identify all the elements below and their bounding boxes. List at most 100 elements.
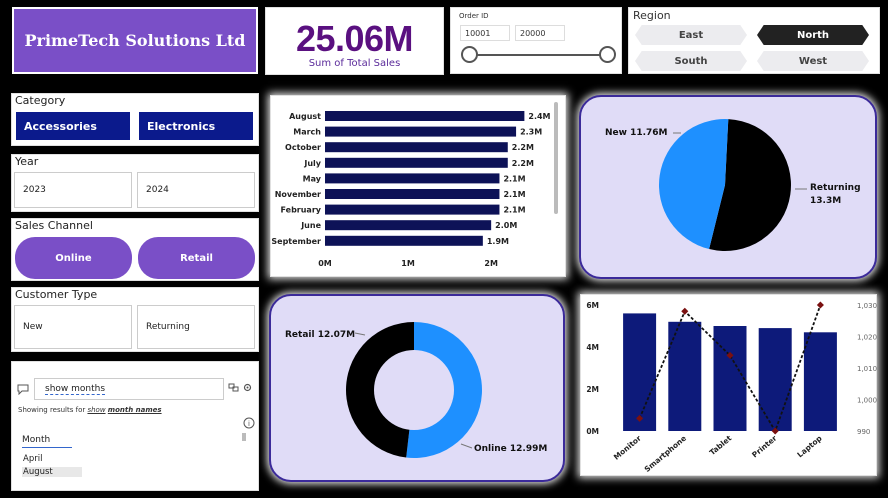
retail-data-label: Retail 12.07M	[285, 330, 355, 340]
combo-x-tick: Monitor	[612, 433, 643, 461]
bar-x-tick: 1M	[401, 259, 415, 268]
new-data-label: New 11.76M	[605, 128, 668, 138]
returning-data-label-value: 13.3M	[810, 196, 841, 206]
order-id-min-input[interactable]: 10001	[460, 25, 510, 41]
sales-channel-label: Sales Channel	[15, 219, 93, 232]
bar-data-label: 2.3M	[520, 128, 542, 137]
bar-data-label: 2.2M	[512, 143, 534, 152]
info-icon[interactable]: i	[243, 417, 255, 429]
qa-search-input[interactable]: show months	[34, 378, 224, 400]
customer-type-pie-chart: New 11.76M Returning 13.3M	[605, 119, 861, 251]
category-accessories-button[interactable]: Accessories	[14, 110, 132, 142]
combo-y-tick: 2M	[586, 385, 599, 394]
qa-note-prefix: Showing results for	[18, 406, 88, 414]
bar-x-tick: 0M	[318, 259, 332, 268]
bar-data-label: 2.1M	[503, 190, 525, 199]
region-south-button[interactable]: South	[635, 51, 747, 71]
format-icon[interactable]	[228, 382, 239, 393]
qa-field-header: Month	[22, 435, 72, 448]
combo-bar	[803, 332, 837, 431]
bar-category-label: October	[285, 143, 321, 152]
combo-y-tick: 0M	[586, 427, 599, 436]
bar-chart-scrollbar[interactable]	[554, 102, 558, 214]
customer-type-label: Customer Type	[15, 288, 98, 301]
region-west-button[interactable]: West	[757, 51, 869, 71]
combo-x-tick: Printer	[750, 433, 779, 459]
order-id-max-handle[interactable]	[599, 46, 616, 63]
year-slicer: Year 2023 2024	[11, 154, 259, 212]
qa-note-bold[interactable]: month names	[108, 406, 162, 414]
region-slicer: Region East North South West	[628, 7, 880, 74]
donut-hole	[374, 350, 454, 430]
category-slicer: Category Accessories Electronics	[11, 93, 259, 146]
customer-type-new-button[interactable]: New	[14, 305, 132, 349]
qa-result-row: April	[23, 454, 43, 464]
bar-mark	[325, 157, 508, 168]
bar-data-label: 2.4M	[528, 112, 550, 121]
customer-type-returning-button[interactable]: Returning	[137, 305, 255, 349]
returning-data-label-name: Returning	[810, 183, 861, 193]
qa-field-label: Month	[22, 435, 51, 445]
sales-channel-online-button[interactable]: Online	[15, 237, 132, 279]
customer-type-slicer: Customer Type New Returning	[11, 287, 259, 352]
online-leader-line	[460, 443, 473, 449]
bar-mark	[325, 173, 500, 184]
product-combo-chart: 0M 2M 4M 6M 990 1,000 1,010 1,020 1,030 Monitor Sm…	[580, 294, 877, 476]
bar-mark	[325, 235, 483, 246]
combo-bar	[713, 326, 747, 431]
year-2023-button[interactable]: 2023	[14, 172, 132, 208]
bar-data-label: 1.9M	[487, 237, 509, 246]
kpi-label: Sum of Total Sales	[308, 58, 401, 69]
combo-bar	[623, 313, 657, 431]
sales-channel-retail-button[interactable]: Retail	[138, 237, 255, 279]
qa-scrollbar[interactable]	[242, 433, 246, 441]
chat-bubble-icon	[17, 384, 29, 395]
combo-x-tick: Smartphone	[643, 434, 689, 474]
sales-channel-donut-panel: Retail 12.07M Online 12.99M	[269, 294, 565, 482]
monthly-sales-bar-chart: August 2.4M March 2.3M October 2.2M July 2.2M Ma…	[270, 95, 566, 277]
gear-icon[interactable]	[242, 382, 253, 393]
region-east-button[interactable]: East	[635, 25, 747, 45]
qa-note-link[interactable]: show	[87, 406, 105, 414]
company-title-box: PrimeTech Solutions Ltd	[12, 7, 258, 74]
bar-mark	[325, 204, 500, 215]
combo-line-point	[816, 301, 824, 309]
bar-x-tick: 2M	[484, 259, 498, 268]
combo-bar	[758, 328, 792, 431]
category-electronics-button[interactable]: Electronics	[137, 110, 255, 142]
combo-y2-tick: 1,010	[857, 365, 877, 373]
bar-category-label: September	[271, 237, 321, 246]
bar-category-label: February	[281, 206, 322, 215]
sales-channel-slicer: Sales Channel Online Retail	[11, 218, 259, 281]
category-label: Category	[15, 94, 66, 107]
order-id-slicer: Order ID 10001 20000	[450, 7, 622, 74]
kpi-value: 25.06M	[295, 18, 414, 59]
combo-y2-tick: 1,020	[857, 334, 877, 342]
combo-y2-tick: 1,030	[857, 302, 877, 310]
combo-y2-tick: 990	[857, 428, 870, 436]
bar-mark	[325, 142, 508, 153]
order-id-label: Order ID	[459, 12, 489, 20]
order-id-max-input[interactable]: 20000	[515, 25, 565, 41]
bar-category-label: July	[303, 159, 321, 168]
combo-y-tick: 4M	[586, 343, 599, 352]
bar-category-label: June	[300, 221, 321, 230]
bar-category-label: March	[293, 128, 321, 137]
bar-category-label: November	[275, 190, 321, 199]
bar-mark	[325, 111, 525, 121]
region-north-button[interactable]: North	[757, 25, 869, 45]
bar-mark	[325, 220, 492, 231]
bar-data-label: 2.1M	[503, 174, 525, 183]
order-id-min-handle[interactable]	[461, 46, 478, 63]
order-id-range-track	[469, 54, 609, 56]
region-label: Region	[633, 9, 671, 22]
bar-category-label: May	[303, 174, 322, 183]
bar-data-label: 2.0M	[495, 221, 517, 230]
retail-leader-line	[354, 332, 366, 336]
combo-x-tick: Laptop	[795, 433, 824, 459]
year-label: Year	[15, 155, 39, 168]
combo-y2-tick: 1,000	[857, 397, 877, 405]
svg-text:i: i	[248, 420, 250, 428]
combo-line-point	[681, 307, 689, 315]
year-2024-button[interactable]: 2024	[137, 172, 255, 208]
